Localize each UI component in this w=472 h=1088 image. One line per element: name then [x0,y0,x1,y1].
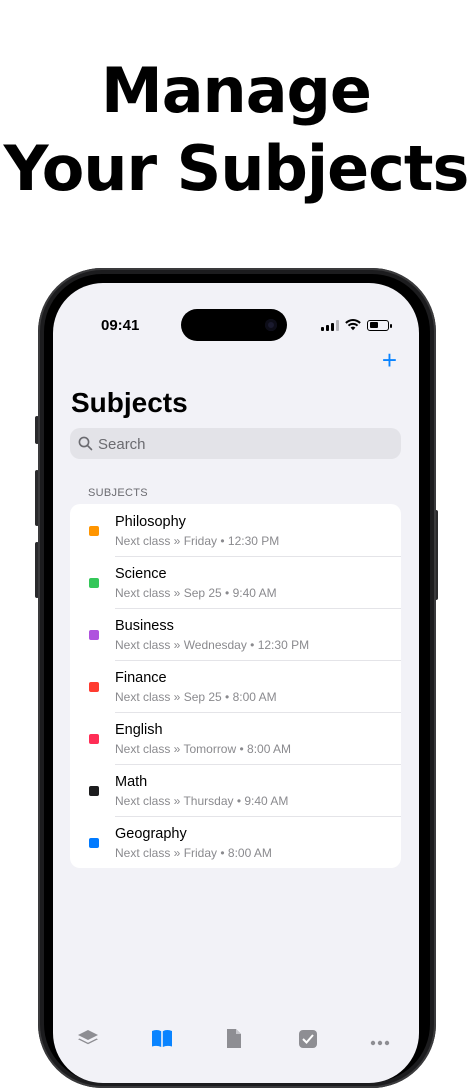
subject-name: English [115,722,163,738]
headline-line-2: Your Subjects [3,132,470,205]
search-icon [78,436,93,451]
list-item[interactable]: Geography Next class » Friday • 8:00 AM [70,816,401,868]
next-class: Next class » Wednesday • 12:30 PM [115,638,310,652]
status-time: 09:41 [101,317,140,334]
battery-icon [367,319,392,331]
dynamic-island [181,309,287,341]
section-header: SUBJECTS [88,487,148,499]
next-class: Next class » Tomorrow • 8:00 AM [115,742,292,756]
status-icons [321,319,392,331]
color-swatch [89,630,99,640]
page-title: Subjects [71,387,188,418]
plus-icon[interactable]: + [382,347,397,373]
wifi-icon [345,319,361,331]
list-item[interactable]: Philosophy Next class » Friday • 12:30 P… [70,504,401,556]
next-class: Next class » Friday • 12:30 PM [115,534,280,548]
subject-name: Science [115,566,167,582]
list-item[interactable]: Finance Next class » Sep 25 • 8:00 AM [70,660,401,712]
next-class: Next class » Sep 25 • 9:40 AM [115,586,277,600]
document-icon[interactable] [223,1028,245,1048]
cellular-signal-icon [321,319,339,331]
subject-name: Finance [115,670,167,686]
phone-frame: 09:41 + Subjects SUBJECTS [38,268,436,1088]
more-icon[interactable] [369,1028,391,1048]
subject-name: Business [115,618,174,634]
next-class: Next class » Friday • 8:00 AM [115,846,272,860]
color-swatch [89,734,99,744]
color-swatch [89,682,99,692]
next-class: Next class » Thursday • 9:40 AM [115,794,289,808]
checkbox-icon[interactable] [297,1028,319,1048]
color-swatch [89,838,99,848]
list-item[interactable]: English Next class » Tomorrow • 8:00 AM [70,712,401,764]
color-swatch [89,578,99,588]
book-icon[interactable] [151,1028,173,1048]
search-bar[interactable] [70,428,401,461]
headline-line-1: Manage [101,54,372,127]
subject-name: Geography [115,826,187,842]
layers-icon[interactable] [77,1028,99,1048]
next-class: Next class » Sep 25 • 8:00 AM [115,690,277,704]
subject-name: Math [115,774,148,790]
subjects-list: Philosophy Next class » Friday • 12:30 P… [70,504,401,868]
list-item[interactable]: Math Next class » Thursday • 9:40 AM [70,764,401,816]
subject-name: Philosophy [115,514,186,530]
color-swatch [89,786,99,796]
list-item[interactable]: Science Next class » Sep 25 • 9:40 AM [70,556,401,608]
color-swatch [89,526,99,536]
camera-icon [265,319,277,331]
search-input[interactable] [96,428,390,461]
tab-bar [53,1023,419,1083]
list-item[interactable]: Business Next class » Wednesday • 12:30 … [70,608,401,660]
phone-screen: 09:41 + Subjects SUBJECTS [53,283,419,1083]
